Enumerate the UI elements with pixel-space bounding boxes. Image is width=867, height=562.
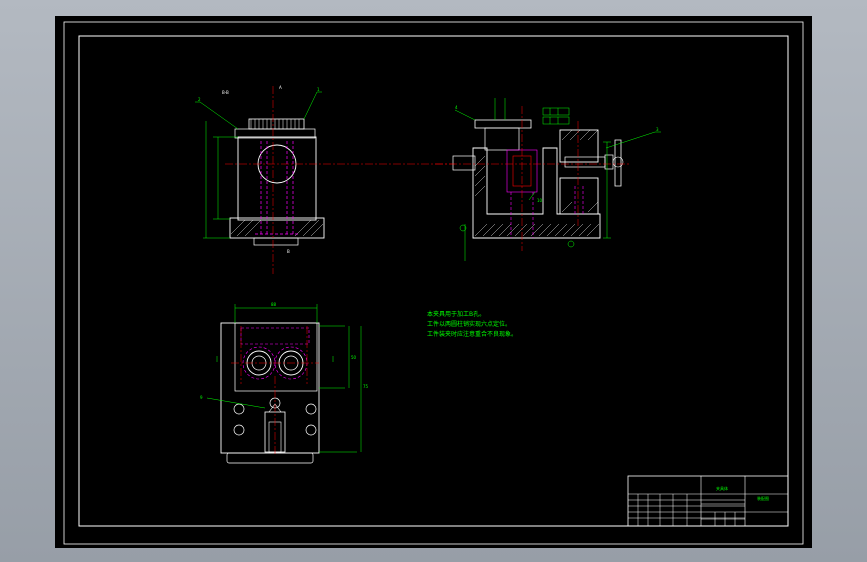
part-name: 夹具体	[716, 485, 728, 491]
svg-text:2: 2	[198, 97, 201, 102]
svg-text:A: A	[279, 85, 282, 90]
svg-text:75: 75	[363, 384, 369, 389]
top-view: 88 50 75 9	[200, 302, 369, 464]
drawing-sheet: B-B 2 1 A B 4 3 10 88 50 75 9 本夹具用于加工B孔。…	[63, 21, 804, 545]
svg-text:3: 3	[656, 127, 659, 132]
section-label: B-B	[222, 90, 229, 95]
note-3: 工件装夹时应注意重合不良现象。	[427, 330, 517, 338]
note-1: 本夹具用于加工B孔。	[427, 310, 485, 318]
outer-border	[63, 21, 804, 545]
drawing-canvas[interactable]: B-B 2 1 A B 4 3 10 88 50 75 9 本夹具用于加工B孔。…	[55, 16, 812, 548]
inner-border	[78, 35, 789, 527]
note-2: 工件以两圆柱销实现六点定位。	[427, 320, 511, 328]
svg-text:B: B	[287, 249, 290, 254]
svg-text:9: 9	[200, 395, 203, 400]
front-section-view: B-B 2 1 A B	[195, 85, 455, 274]
svg-text:88: 88	[271, 302, 277, 307]
side-section-view: 4 3 10	[435, 98, 661, 261]
cad-viewport: B-B 2 1 A B 4 3 10 88 50 75 9 本夹具用于加工B孔。…	[0, 0, 867, 562]
technical-notes: 本夹具用于加工B孔。 工件以两圆柱销实现六点定位。 工件装夹时应注意重合不良现象…	[427, 310, 517, 338]
title-block: 夹具体 装配图	[627, 475, 789, 527]
svg-text:50: 50	[351, 355, 357, 360]
svg-text:1: 1	[317, 87, 320, 92]
svg-text:10: 10	[537, 198, 543, 203]
svg-text:4: 4	[455, 105, 458, 110]
drawing-name: 装配图	[757, 495, 769, 501]
